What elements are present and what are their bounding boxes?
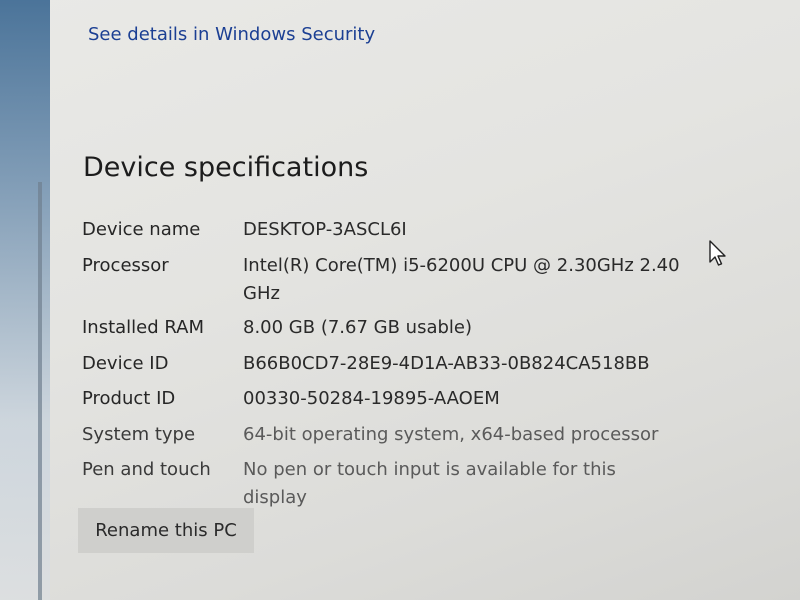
windows-security-link[interactable]: See details in Windows Security bbox=[88, 24, 375, 45]
spec-value: 8.00 GB (7.67 GB usable) bbox=[243, 317, 472, 338]
spec-label: System type bbox=[82, 424, 196, 445]
spec-label: Processor bbox=[82, 255, 169, 276]
spec-value: No pen or touch input is available for t… bbox=[243, 459, 616, 508]
spec-label: Product ID bbox=[82, 388, 176, 409]
spec-label: Installed RAM bbox=[82, 317, 205, 338]
spec-value: Intel(R) Core(TM) i5-6200U CPU @ 2.30GHz… bbox=[243, 255, 680, 304]
spec-label: Device name bbox=[82, 219, 201, 240]
mouse-pointer-icon bbox=[709, 240, 726, 266]
device-specifications-heading: Device specifications bbox=[83, 152, 369, 183]
spec-label: Device ID bbox=[82, 353, 169, 374]
rename-pc-button[interactable]: Rename this PC bbox=[78, 508, 254, 553]
spec-value: 00330-50284-19895-AAOEM bbox=[243, 388, 500, 409]
about-settings-window: See details in Windows Security Device s… bbox=[42, 0, 800, 600]
spec-value: DESKTOP-3ASCL6I bbox=[243, 219, 407, 240]
spec-value: 64-bit operating system, x64-based proce… bbox=[243, 424, 659, 445]
spec-value: B66B0CD7-28E9-4D1A-AB33-0B824CA518BB bbox=[243, 353, 650, 374]
spec-label: Pen and touch bbox=[82, 459, 211, 480]
